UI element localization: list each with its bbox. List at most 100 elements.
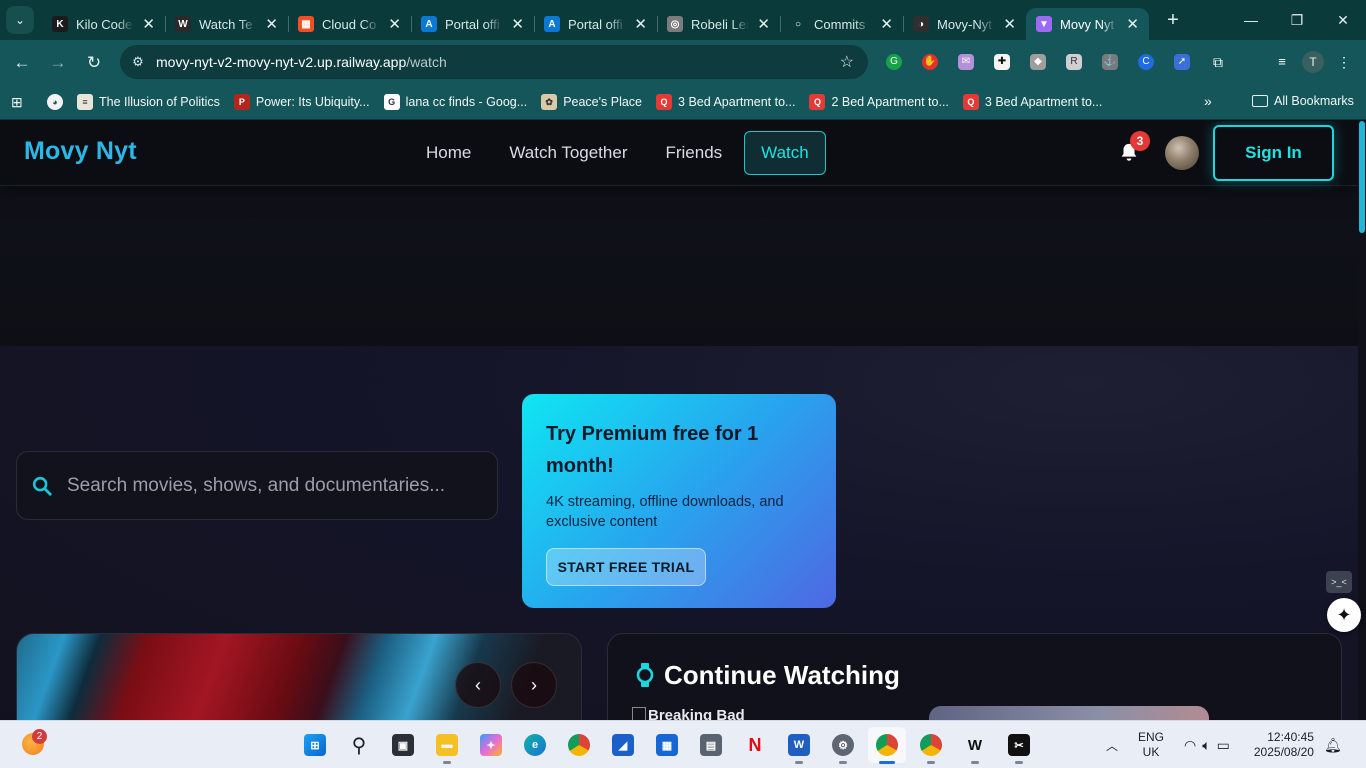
start-free-trial-button[interactable]: START FREE TRIAL xyxy=(546,548,706,586)
tab-close-icon[interactable]: ✕ xyxy=(634,15,647,33)
bookmark-item[interactable]: ✿ Peace's Place xyxy=(541,94,642,110)
wifi-icon: ◠ xyxy=(1184,736,1197,753)
continue-watching-card[interactable] xyxy=(929,706,1209,720)
bookmark-item[interactable]: P Power: Its Ubiquity... xyxy=(233,94,370,110)
app-store-button[interactable]: ◢ xyxy=(604,727,642,763)
browser-tab[interactable]: ◑ Movy-Nyt ✕ xyxy=(903,8,1026,40)
wix-icon: W xyxy=(967,736,983,754)
tab-close-icon[interactable]: ✕ xyxy=(388,15,401,33)
menu-kebab-icon[interactable]: ⋮ xyxy=(1330,48,1358,76)
start-button[interactable]: ⊞ xyxy=(296,727,334,763)
browser-tab[interactable]: K Kilo Code ✕ xyxy=(42,8,165,40)
back-button[interactable]: ← xyxy=(4,45,40,81)
browser-tab[interactable]: A Portal offi ✕ xyxy=(411,8,534,40)
chevron-up-icon[interactable]: ︿ xyxy=(1102,737,1122,754)
ship-extension-icon[interactable]: ⚓ xyxy=(1096,48,1124,76)
bookmark-globe[interactable]: ◕ xyxy=(47,94,63,110)
store-icon: ▦ xyxy=(656,734,678,756)
address-bar[interactable]: ⚙ movy-nyt-v2-movy-nyt-v2.up.railway.app… xyxy=(120,45,868,79)
clock[interactable]: 12:40:45 2025/08/20 xyxy=(1254,730,1314,760)
game-controller-extension-icon[interactable]: ✚ xyxy=(988,48,1016,76)
breaking-bad-thumbnail[interactable]: Breaking Bad xyxy=(632,707,745,720)
nav-link-watch[interactable]: Watch xyxy=(744,131,826,175)
copilot-button[interactable]: ✦ xyxy=(472,727,510,763)
c-extension-icon[interactable]: C xyxy=(1132,48,1160,76)
bookmark-item[interactable]: Q 2 Bed Apartment to... xyxy=(809,94,949,110)
pdf-extension-icon[interactable]: R xyxy=(1060,48,1088,76)
mail-extension-icon[interactable]: ✉ xyxy=(952,48,980,76)
settings-button[interactable]: ⚙ xyxy=(824,727,862,764)
grammarly-extension-icon[interactable]: G xyxy=(880,48,908,76)
site-info-icon[interactable]: ⚙ xyxy=(120,54,156,70)
bookmark-star-icon[interactable]: ☆ xyxy=(840,52,854,72)
sign-in-button[interactable]: Sign In xyxy=(1213,125,1334,181)
chrome-second-profile-button[interactable] xyxy=(912,727,950,764)
media-control-icon[interactable]: ≡ xyxy=(1268,48,1296,76)
turtle-extension-icon[interactable]: ◆ xyxy=(1024,48,1052,76)
browser-tab[interactable]: ▼ Movy Nyt ✕ xyxy=(1026,8,1149,40)
notification-center-icon[interactable]: 🔔︎ xyxy=(1324,737,1342,754)
bookmark-item[interactable]: Glana cc finds - Goog... xyxy=(383,94,527,110)
edge-button[interactable]: e xyxy=(516,727,554,763)
bookmark-item[interactable]: ≡ The Illusion of Politics xyxy=(77,94,220,110)
wix-button[interactable]: W xyxy=(956,727,994,764)
bookmark-item[interactable]: Q 3 Bed Apartment to... xyxy=(962,94,1102,110)
scroll-thumb[interactable] xyxy=(1359,121,1365,233)
tab-close-icon[interactable]: ✕ xyxy=(1003,15,1016,33)
carousel-next-button[interactable]: › xyxy=(511,662,557,708)
page-scrollbar[interactable] xyxy=(1358,121,1366,720)
minimize-button[interactable]: — xyxy=(1228,0,1274,40)
calculator-button[interactable]: ▤ xyxy=(692,727,730,763)
browser-tab[interactable]: ○ Commits ✕ xyxy=(780,8,903,40)
microsoft-store-button[interactable]: ▦ xyxy=(648,727,686,763)
user-avatar[interactable] xyxy=(1165,136,1199,170)
tab-close-icon[interactable]: ✕ xyxy=(511,15,524,33)
nav-link-friends[interactable]: Friends xyxy=(649,131,738,175)
reload-button[interactable]: ↻ xyxy=(76,45,112,81)
tab-close-icon[interactable]: ✕ xyxy=(142,15,155,33)
puzzle-extensions-icon[interactable]: ⧉ xyxy=(1204,48,1232,76)
stop-hand-extension-icon[interactable]: ✋ xyxy=(916,48,944,76)
tab-title: Robeli Lea xyxy=(691,16,750,32)
rocket-extension-icon[interactable]: ➚ xyxy=(1168,48,1196,76)
tab-close-icon[interactable]: ✕ xyxy=(880,15,893,33)
apps-grid-icon[interactable]: ⊞ xyxy=(11,94,31,111)
search-icon xyxy=(32,476,52,496)
close-window-button[interactable]: ✕ xyxy=(1320,0,1366,40)
url-text[interactable]: movy-nyt-v2-movy-nyt-v2.up.railway.app/w… xyxy=(156,54,447,70)
search-input[interactable] xyxy=(67,474,487,497)
browser-tab[interactable]: W Watch Te ✕ xyxy=(165,8,288,40)
nav-link-watch-together[interactable]: Watch Together xyxy=(493,131,643,175)
task-view-button[interactable]: ▣ xyxy=(384,727,422,763)
bookmark-item[interactable]: Q 3 Bed Apartment to... xyxy=(656,94,795,110)
bookmark-favicon-icon: Q xyxy=(809,94,826,110)
sparkle-assistant-icon[interactable]: ✦ xyxy=(1327,598,1361,632)
quick-settings[interactable]: ◠ 🔈︎ ▭ xyxy=(1184,737,1230,754)
language-indicator[interactable]: ENG UK xyxy=(1138,730,1164,760)
file-explorer-button[interactable]: ▬ xyxy=(428,727,466,764)
capcut-button[interactable]: ✂ xyxy=(1000,727,1038,764)
tab-search-button[interactable]: ⌄ xyxy=(6,6,34,34)
new-tab-button[interactable]: + xyxy=(1159,6,1187,34)
tab-close-icon[interactable]: ✕ xyxy=(1126,15,1139,33)
nav-link-home[interactable]: Home xyxy=(410,131,487,175)
chrome-profile-button[interactable] xyxy=(868,727,906,764)
carousel-prev-button[interactable]: ‹ xyxy=(455,662,501,708)
word-icon: W xyxy=(788,734,810,756)
tab-close-icon[interactable]: ✕ xyxy=(757,15,770,33)
chrome-button[interactable] xyxy=(560,727,598,763)
all-bookmarks-button[interactable]: All Bookmarks xyxy=(1252,94,1354,108)
profile-button[interactable]: T xyxy=(1302,51,1324,73)
word-button[interactable]: W xyxy=(780,727,818,764)
netflix-button[interactable]: N xyxy=(736,727,774,763)
tab-close-icon[interactable]: ✕ xyxy=(265,15,278,33)
dev-tool-icon[interactable]: >_< xyxy=(1326,571,1352,593)
browser-tab[interactable]: ◎ Robeli Lea ✕ xyxy=(657,8,780,40)
more-bookmarks-icon[interactable]: » xyxy=(1204,93,1212,109)
taskbar-search-button[interactable]: ⚲ xyxy=(340,727,378,763)
browser-tab[interactable]: A Portal offi ✕ xyxy=(534,8,657,40)
browser-tab[interactable]: ▦ Cloud Co ✕ xyxy=(288,8,411,40)
forward-button[interactable]: → xyxy=(40,45,76,81)
site-logo[interactable]: Movy Nyt xyxy=(24,137,137,166)
restore-button[interactable]: ❐ xyxy=(1274,0,1320,40)
